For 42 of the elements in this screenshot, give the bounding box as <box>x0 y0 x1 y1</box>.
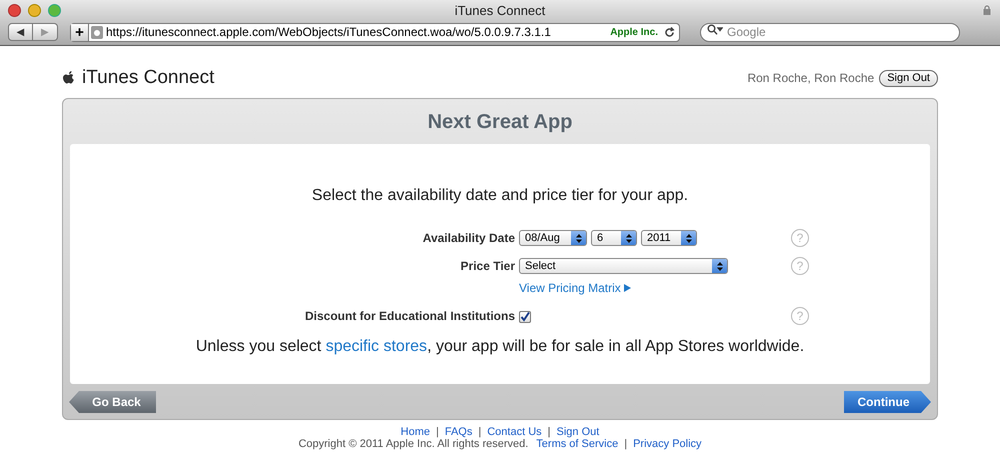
field-label: Availability Date <box>422 230 515 247</box>
sign-out-button[interactable]: Sign Out <box>879 70 938 86</box>
panel-title: Next Great App <box>428 110 572 134</box>
triangle-icon <box>624 284 631 292</box>
separator-text: | <box>624 439 628 450</box>
stepper-arrows-icon <box>686 234 692 242</box>
field-label: Discount for Educational Institutions <box>305 308 515 325</box>
continue-button[interactable]: Continue <box>844 391 931 413</box>
footer-link[interactable]: Privacy Policy <box>633 439 702 450</box>
search-field[interactable]: Google <box>700 22 960 42</box>
notice-text: Unless you select specific stores, your app will be for sale in all App Stores worldwide. <box>196 337 804 357</box>
user-name: Ron Roche, Ron Roche <box>747 70 874 87</box>
stepper-arrows-icon <box>626 234 632 242</box>
minimize-icon[interactable] <box>28 4 41 17</box>
field-label: Price Tier <box>460 258 515 275</box>
back-button[interactable]: ◀ <box>8 23 33 41</box>
footer-link[interactable]: Sign Out <box>556 427 600 438</box>
stepper-arrows-icon <box>716 262 722 270</box>
pricing-matrix-link[interactable]: View Pricing Matrix <box>519 279 749 297</box>
close-icon[interactable] <box>8 4 21 17</box>
logo-text: iTunes Connect <box>82 66 214 90</box>
footer-link[interactable]: Contact Us <box>487 427 542 438</box>
window-title: iTunes Connect <box>454 2 546 20</box>
copyright-text: Copyright © 2011 Apple Inc. All rights reserved. <box>298 439 528 450</box>
footer-link[interactable]: FAQs <box>444 427 472 438</box>
footer-link[interactable]: Home <box>400 427 430 438</box>
dropdown[interactable]: 08/Aug <box>519 230 587 246</box>
specific-stores-link[interactable]: specific stores <box>326 338 428 355</box>
separator-text: | <box>436 427 439 438</box>
footer-link[interactable]: Terms of Service <box>536 439 618 450</box>
dropdown[interactable]: 6 <box>591 230 637 246</box>
separator-text: | <box>478 427 482 438</box>
stepper-arrows-icon <box>576 234 582 242</box>
apple-logo-icon <box>62 70 76 86</box>
dropdown[interactable]: 2011 <box>641 230 697 246</box>
separator-text: | <box>548 427 551 438</box>
instruction-text: Select the availability date and price tier for your app. <box>312 186 688 206</box>
dropdown[interactable]: Select <box>519 258 728 274</box>
go-back-button[interactable]: Go Back <box>69 391 156 413</box>
search-icon <box>707 24 723 35</box>
lock-icon <box>983 5 991 15</box>
checkbox[interactable] <box>519 311 531 323</box>
